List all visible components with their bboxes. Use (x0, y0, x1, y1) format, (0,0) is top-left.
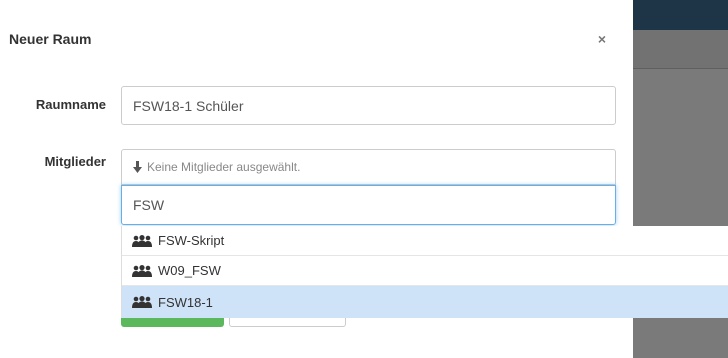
member-search-input[interactable]: FSW (121, 185, 616, 225)
group-icon (132, 296, 152, 308)
list-item-fsw-skript[interactable]: FSW-Skript (122, 226, 728, 256)
list-item-label: W09_FSW (158, 263, 221, 278)
close-button[interactable]: × (593, 30, 611, 48)
group-icon (132, 264, 152, 277)
list-item-w09-fsw[interactable]: W09_FSW (122, 256, 728, 286)
list-item-fsw18-1[interactable]: FSW18-1 (122, 286, 728, 318)
member-search-value: FSW (133, 197, 165, 213)
room-name-input[interactable]: FSW18-1 Schüler (121, 86, 616, 125)
room-name-label: Raumname (35, 97, 106, 112)
arrow-down-icon (133, 161, 142, 173)
members-label: Mitglieder (44, 154, 106, 169)
member-suggestions-dropdown: FSW-Skript W09_FSW FSW18-1 (121, 226, 728, 318)
selected-members-box[interactable]: Keine Mitglieder ausgewählt. (121, 149, 616, 185)
members-placeholder: Keine Mitglieder ausgewählt. (147, 160, 301, 174)
group-icon (132, 234, 152, 247)
background-navbar (633, 0, 728, 30)
list-item-label: FSW-Skript (158, 233, 225, 248)
background-header-band (633, 30, 728, 69)
dialog-title: Neuer Raum (9, 31, 92, 47)
list-item-label: FSW18-1 (158, 294, 213, 310)
room-name-value: FSW18-1 Schüler (133, 97, 244, 114)
